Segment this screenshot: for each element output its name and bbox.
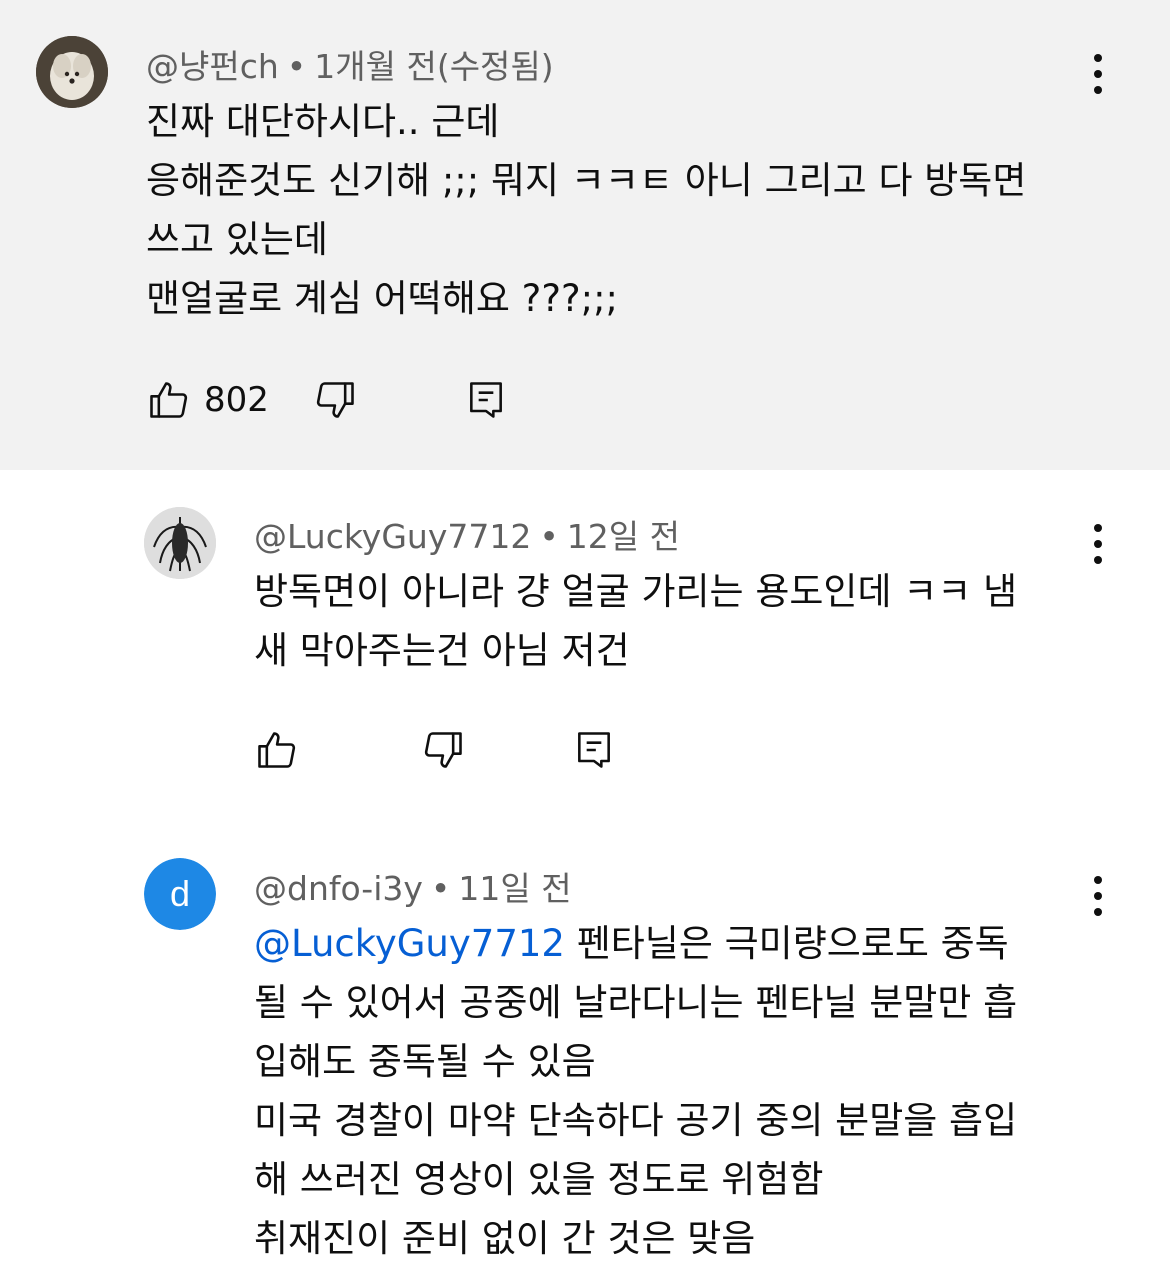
thumbs-up-icon [258, 732, 296, 768]
comment-time: 12일 전 [566, 517, 680, 556]
comment-line: 새 막아주는건 아님 저건 [254, 629, 630, 672]
comment-line: 진짜 대단하시다.. 근데 [146, 100, 500, 143]
more-vert-icon[interactable] [1088, 54, 1108, 94]
comment-actions: 802 [146, 376, 546, 424]
comment-meta: @LuckyGuy7712 • 12일 전 [254, 510, 680, 558]
author-name[interactable]: @냥펀ch [146, 47, 279, 86]
comment-line: 쓰고 있는데 [146, 218, 328, 261]
comment-highlighted: @냥펀ch • 1개월 전(수정됨) 진짜 대단하시다.. 근데 응해준것도 신기해… [0, 0, 1170, 470]
thumbs-down-icon [316, 382, 354, 418]
meta-separator: • [539, 517, 559, 556]
author-name[interactable]: @LuckyGuy7712 [254, 517, 531, 556]
avatar[interactable] [36, 36, 108, 108]
reply-button[interactable] [572, 726, 616, 774]
comment-meta: @dnfo-i3y • 11일 전 [254, 862, 572, 910]
comment-time: 11일 전 [458, 869, 572, 908]
dislike-button[interactable] [314, 376, 358, 424]
author-name[interactable]: @dnfo-i3y [254, 869, 423, 908]
mention-link[interactable]: @LuckyGuy7712 [254, 922, 565, 965]
more-vert-icon[interactable] [1088, 876, 1108, 916]
reply-comment: @LuckyGuy7712 • 12일 전 방독면이 아니라 걍 얼굴 가리는 용도… [0, 470, 1170, 830]
comment-line: 취재진이 준비 없이 간 것은 맞음 [254, 1217, 756, 1260]
avatar[interactable]: d [144, 858, 216, 930]
like-button[interactable] [254, 726, 298, 774]
comment-text: @LuckyGuy7712 펜타닐은 극미량으로도 중독 될 수 있어서 공중에… [254, 914, 1017, 1268]
comment-text: 진짜 대단하시다.. 근데 응해준것도 신기해 ;;; 뭐지 ㅋㅋㅌ 아니 그리… [146, 92, 1026, 328]
comment-line: @LuckyGuy7712 펜타닐은 극미량으로도 중독 [254, 914, 1017, 973]
comment-meta: @냥펀ch • 1개월 전(수정됨) [146, 40, 554, 88]
meta-separator: • [286, 47, 307, 86]
like-count: 802 [204, 380, 269, 420]
like-button[interactable]: 802 [146, 376, 269, 424]
comment-line: 방독면이 아니라 걍 얼굴 가리는 용도인데 ㅋㅋ 냄 [254, 570, 1018, 613]
thumbs-down-icon [424, 732, 462, 768]
reply-icon [578, 732, 610, 768]
dislike-button[interactable] [422, 726, 466, 774]
comment-line: 입해도 중독될 수 있음 [254, 1040, 596, 1083]
comment-line: 해 쓰러진 영상이 있을 정도로 위험함 [254, 1158, 824, 1201]
comment-time: 1개월 전(수정됨) [314, 47, 554, 86]
reply-comment: d @dnfo-i3y • 11일 전 @LuckyGuy7712 펜타닐은 극미량… [0, 830, 1170, 1281]
comment-actions [254, 726, 654, 774]
comment-line: 미국 경찰이 마약 단속하다 공기 중의 분말을 흡입 [254, 1099, 1018, 1142]
comment-line: 맨얼굴로 계심 어떡해요 ???;;; [146, 277, 618, 320]
avatar[interactable] [144, 507, 216, 579]
avatar-letter: d [169, 873, 191, 914]
comment-line: 응해준것도 신기해 ;;; 뭐지 ㅋㅋㅌ 아니 그리고 다 방독면 [146, 159, 1027, 202]
thumbs-up-icon [150, 382, 188, 418]
more-vert-icon[interactable] [1088, 524, 1108, 564]
comment-text: 방독면이 아니라 걍 얼굴 가리는 용도인데 ㅋㅋ 냄 새 막아주는건 아님 저… [254, 562, 1017, 680]
meta-separator: • [430, 869, 451, 908]
comment-line-rest: 펜타닐은 극미량으로도 중독 [564, 922, 1009, 965]
comment-line: 될 수 있어서 공중에 날라다니는 펜타닐 분말만 흡 [254, 981, 1018, 1024]
reply-icon [470, 382, 502, 418]
reply-button[interactable] [464, 376, 508, 424]
